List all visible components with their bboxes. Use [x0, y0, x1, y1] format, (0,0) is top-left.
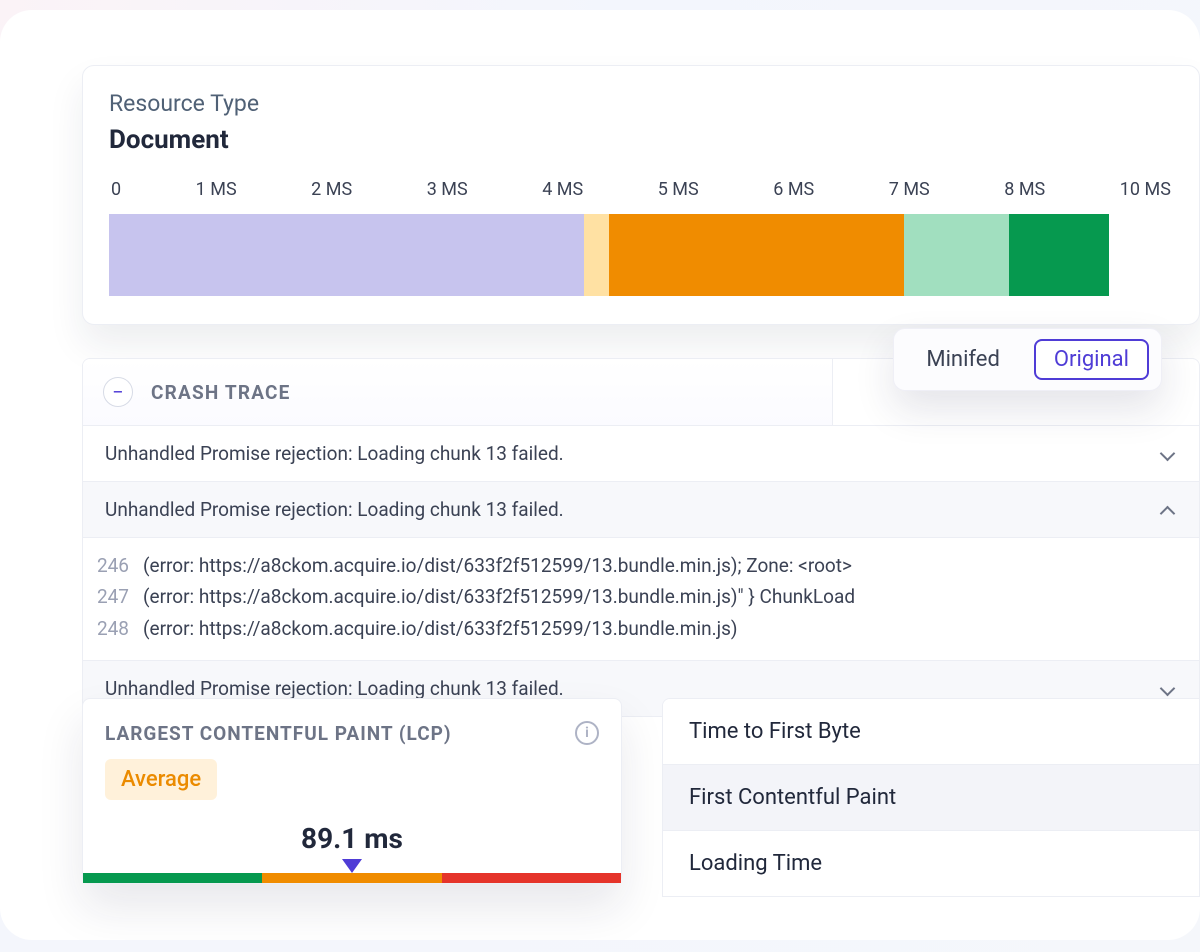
timeline-tick: 6 MS	[773, 179, 814, 200]
lcp-marker-icon	[342, 859, 362, 873]
timeline-segment	[584, 214, 609, 296]
metrics-list: Time to First Byte First Contentful Pain…	[662, 698, 1200, 897]
lcp-title: LARGEST CONTENTFUL PAINT (LCP)	[105, 722, 452, 745]
crash-trace-panel: − CRASH TRACE Unhandled Promise rejectio…	[82, 358, 1200, 717]
collapse-button[interactable]: −	[103, 377, 133, 407]
chevron-down-icon	[1159, 680, 1177, 698]
timeline-bar	[109, 214, 1109, 296]
timeline-tick: 8 MS	[1004, 179, 1045, 200]
chevron-up-icon	[1159, 501, 1177, 519]
crash-row-1-text: Unhandled Promise rejection: Loading chu…	[105, 442, 564, 465]
crash-row-2[interactable]: Unhandled Promise rejection: Loading chu…	[83, 481, 1199, 537]
timeline-tick: 5 MS	[658, 179, 699, 200]
scale-avg	[262, 873, 441, 883]
line-number: 247	[89, 581, 129, 612]
code-text: (error: https://a8ckom.acquire.io/dist/6…	[143, 613, 738, 644]
source-toggle: Minifed Original	[893, 328, 1162, 391]
line-number: 248	[89, 613, 129, 644]
timeline-segment	[1009, 214, 1109, 296]
timeline-segment	[904, 214, 1009, 296]
lcp-scale	[83, 873, 621, 883]
timeline-tick: 4 MS	[542, 179, 583, 200]
toggle-original[interactable]: Original	[1034, 339, 1149, 380]
timeline-segment	[609, 214, 904, 296]
code-text: (error: https://a8ckom.acquire.io/dist/6…	[143, 550, 852, 581]
metric-load[interactable]: Loading Time	[663, 831, 1199, 896]
crash-row-3-text: Unhandled Promise rejection: Loading chu…	[105, 677, 564, 700]
timeline-tick: 7 MS	[889, 179, 930, 200]
lcp-card: LARGEST CONTENTFUL PAINT (LCP) i Average…	[82, 698, 622, 884]
toggle-minified[interactable]: Minifed	[906, 339, 1020, 380]
chevron-down-icon	[1159, 445, 1177, 463]
timeline-tick: 1 MS	[196, 179, 237, 200]
lcp-badge: Average	[105, 759, 217, 800]
stage: Resource Type Document 0 1 MS 2 MS 3 MS 4 MS…	[0, 10, 1200, 940]
code-line: 246 (error: https://a8ckom.acquire.io/dis…	[89, 550, 1177, 581]
code-line: 248 (error: https://a8ckom.acquire.io/dis…	[89, 613, 1177, 644]
crash-trace-title: CRASH TRACE	[151, 381, 291, 404]
resource-type-label: Resource Type	[109, 90, 1173, 117]
crash-code: 246 (error: https://a8ckom.acquire.io/dis…	[83, 537, 1199, 660]
code-text: (error: https://a8ckom.acquire.io/dist/6…	[143, 581, 855, 612]
metric-fcp[interactable]: First Contentful Paint	[663, 765, 1199, 831]
timeline-tick: 2 MS	[311, 179, 352, 200]
timeline-tick: 3 MS	[427, 179, 468, 200]
timeline-tick: 0	[111, 179, 121, 200]
resource-card: Resource Type Document 0 1 MS 2 MS 3 MS 4 MS…	[82, 65, 1200, 325]
resource-type-value: Document	[109, 125, 1173, 155]
line-number: 246	[89, 550, 129, 581]
metric-ttfb[interactable]: Time to First Byte	[663, 699, 1199, 765]
scale-good	[83, 873, 262, 883]
info-icon[interactable]: i	[575, 721, 599, 745]
timeline-ticks: 0 1 MS 2 MS 3 MS 4 MS 5 MS 6 MS 7 MS 8 MS 10 MS	[109, 179, 1173, 200]
code-line: 247 (error: https://a8ckom.acquire.io/dis…	[89, 581, 1177, 612]
crash-row-2-text: Unhandled Promise rejection: Loading chu…	[89, 498, 564, 521]
crash-row-1[interactable]: Unhandled Promise rejection: Loading chu…	[83, 425, 1199, 481]
lcp-value: 89.1 ms	[105, 822, 599, 855]
scale-poor	[442, 873, 621, 883]
timeline-tick: 10 MS	[1120, 179, 1171, 200]
timeline-segment	[109, 214, 584, 296]
